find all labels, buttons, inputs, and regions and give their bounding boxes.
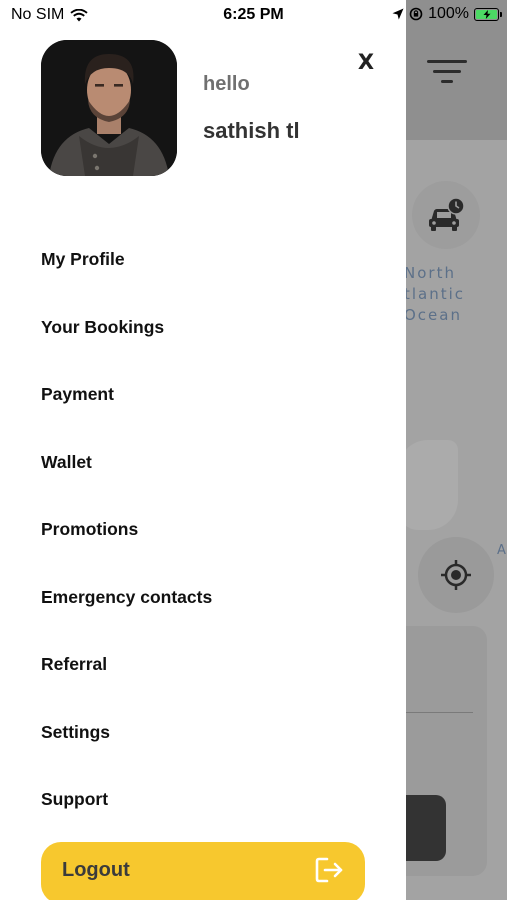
logout-button[interactable]: Logout (41, 842, 365, 900)
menu-item-wallet[interactable]: Wallet (41, 429, 371, 497)
my-location-button[interactable] (418, 537, 494, 613)
avatar[interactable] (41, 40, 177, 176)
menu-item-settings[interactable]: Settings (41, 699, 371, 767)
profile-photo (41, 40, 177, 176)
logout-icon (315, 857, 343, 883)
map-island (398, 440, 458, 530)
menu-item-my-profile[interactable]: My Profile (41, 226, 371, 294)
drawer-menu: My Profile Your Bookings Payment Wallet … (41, 226, 371, 834)
menu-item-referral[interactable]: Referral (41, 631, 371, 699)
filter-icon[interactable] (420, 50, 474, 94)
logout-label: Logout (62, 858, 130, 881)
side-drawer: X hello sathish tl My Profile Your Booki… (0, 0, 406, 900)
car-clock-icon (429, 197, 465, 231)
battery-percent: 100% (428, 5, 469, 22)
menu-item-promotions[interactable]: Promotions (41, 496, 371, 564)
menu-item-your-bookings[interactable]: Your Bookings (41, 294, 371, 362)
status-bar: No SIM 6:25 PM 100% (0, 0, 507, 30)
menu-item-payment[interactable]: Payment (41, 361, 371, 429)
menu-item-emergency-contacts[interactable]: Emergency contacts (41, 564, 371, 632)
crosshair-icon (441, 560, 471, 590)
map-ocean-label: North tlantic Ocean (404, 264, 466, 324)
close-drawer-button[interactable]: X (354, 48, 378, 76)
menu-item-support[interactable]: Support (41, 766, 371, 834)
battery-charging-icon (474, 7, 502, 21)
orientation-lock-icon (409, 7, 423, 21)
map-edge-label: A (497, 543, 506, 558)
card-divider (400, 712, 473, 713)
location-arrow-icon (392, 8, 404, 20)
user-name: sathish tl (203, 118, 300, 143)
greeting-text: hello (203, 73, 250, 95)
schedule-ride-button[interactable] (412, 181, 480, 249)
